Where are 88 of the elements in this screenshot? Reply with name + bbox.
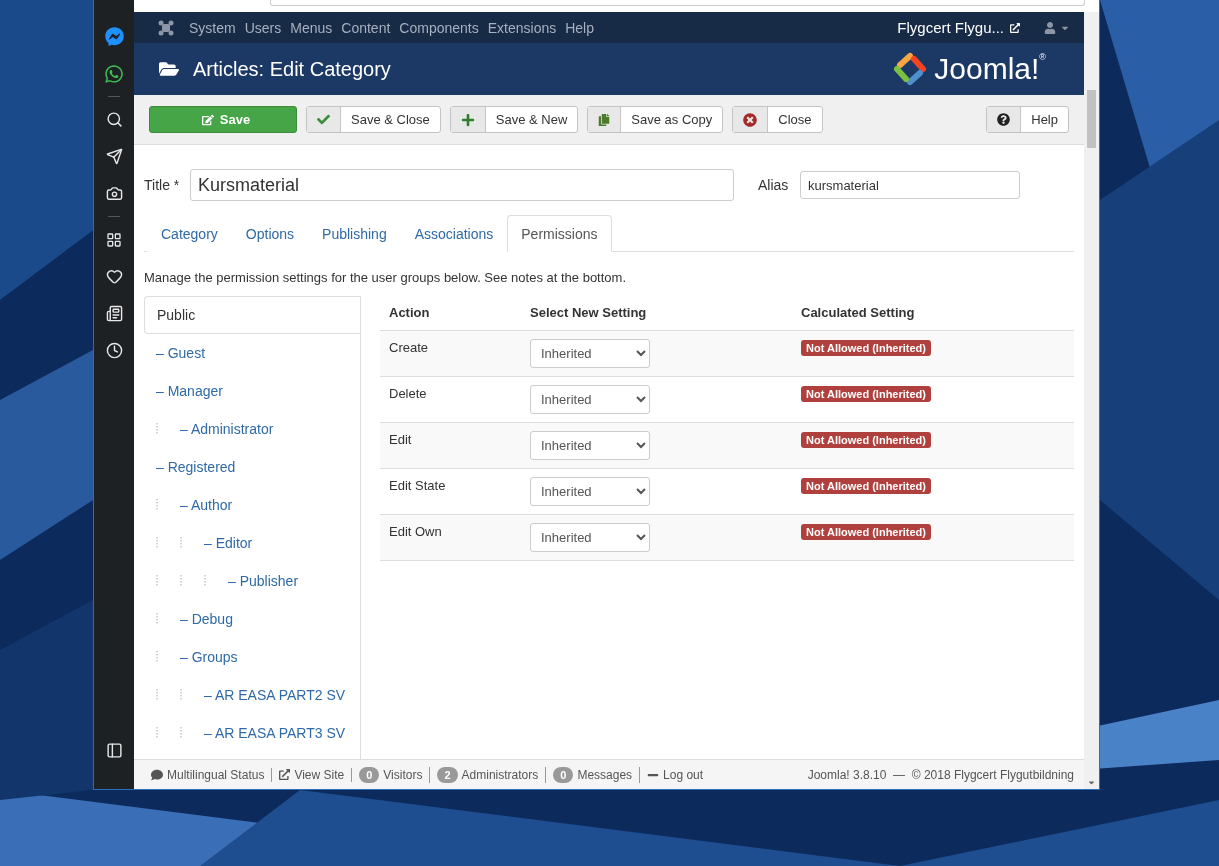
speech-bubble-icon — [151, 768, 163, 781]
setting-select[interactable]: Inherited — [530, 430, 650, 460]
column-header: Action — [380, 296, 521, 330]
send-icon[interactable] — [105, 148, 123, 165]
notice-text: Manage the permission settings for the user groups below. See notes at the bottom. — [144, 270, 627, 285]
group-item[interactable]: – Administrator — [144, 410, 360, 448]
menu-item[interactable]: Extensions — [487, 19, 557, 36]
column-header: Calculated Setting — [792, 296, 1074, 330]
setting-select[interactable]: Inherited — [530, 476, 650, 506]
status-badge: Not Allowed (Inherited) — [801, 339, 931, 356]
action-name: Create — [389, 339, 429, 355]
menu-item[interactable]: Content — [341, 19, 391, 36]
check-icon — [317, 113, 330, 126]
messenger-icon[interactable] — [104, 27, 124, 46]
external-link-icon — [279, 769, 291, 780]
toolbar-button[interactable]: Close — [732, 106, 823, 133]
footer-link[interactable]: View Site — [272, 767, 353, 782]
sidebar-toggle-icon[interactable] — [105, 742, 123, 759]
help-button[interactable]: Help — [986, 106, 1069, 133]
toolbar-button[interactable]: Save & New — [449, 106, 579, 133]
status-badge: Not Allowed (Inherited) — [801, 477, 931, 494]
footer-link[interactable]: Multilingual Status — [144, 767, 273, 782]
version-text: Joomla! 3.8.10 — © 2018 Flygcert Flygutbildning — [807, 767, 1074, 782]
count-badge: 0 — [359, 766, 380, 783]
group-item[interactable]: – Guest — [144, 334, 360, 372]
group-item[interactable]: – AR EASA PART2 SV — [144, 676, 360, 714]
group-item[interactable]: – Debug — [144, 600, 360, 638]
action-name: Edit State — [389, 477, 446, 493]
whatsapp-icon[interactable] — [104, 63, 124, 84]
action-name: Delete — [389, 385, 427, 401]
joomla-icon[interactable] — [158, 19, 174, 36]
footer-link[interactable]: 0 Messages — [546, 766, 641, 783]
count-badge: 0 — [553, 766, 574, 783]
group-item[interactable]: – Editor — [144, 524, 360, 562]
address-field[interactable] — [270, 0, 1085, 6]
edit-icon — [201, 113, 214, 126]
page-title: Articles: Edit Category — [193, 57, 391, 81]
group-item[interactable]: – Groups — [144, 638, 360, 676]
search-icon[interactable] — [105, 111, 123, 128]
tab[interactable]: Permissions — [507, 215, 612, 252]
heart-icon[interactable] — [105, 268, 123, 285]
site-link[interactable]: Flygcert Flygu... — [897, 19, 1004, 36]
status-badge: Not Allowed (Inherited) — [801, 431, 931, 448]
status-badge: Not Allowed (Inherited) — [801, 523, 931, 540]
alias-field[interactable]: kursmaterial — [800, 171, 1020, 199]
menu-item[interactable]: Help — [565, 19, 594, 36]
scroll-down-icon[interactable] — [1087, 778, 1096, 787]
toolbar-button[interactable]: Save & Close — [306, 106, 441, 133]
title-field[interactable]: Kursmaterial — [190, 169, 734, 201]
field-label: Title * — [144, 177, 181, 193]
external-link-icon — [1010, 22, 1020, 33]
footer-link[interactable]: 2 Administrators — [430, 766, 547, 783]
group-item[interactable]: – Author — [144, 486, 360, 524]
column-header: Select New Setting — [521, 296, 792, 330]
help-icon — [997, 113, 1011, 126]
footer-link[interactable]: 0 Visitors — [352, 766, 431, 783]
setting-select[interactable]: Inherited — [530, 338, 650, 368]
group-item[interactable]: – Registered — [144, 448, 360, 486]
action-name: Edit — [389, 431, 412, 447]
scrollbar[interactable] — [1084, 12, 1099, 789]
menu-item[interactable]: System — [189, 19, 236, 36]
toolbar-button[interactable]: Save as Copy — [587, 106, 724, 133]
close-icon — [743, 112, 758, 127]
folder-icon — [159, 59, 179, 79]
clock-icon[interactable] — [105, 342, 123, 359]
footer-link[interactable]: Log out — [640, 767, 711, 782]
setting-select[interactable]: Inherited — [530, 522, 650, 552]
group-item[interactable]: – Manager — [144, 372, 360, 410]
group-item[interactable]: – Publisher — [144, 562, 360, 600]
menu-item[interactable]: Menus — [290, 19, 333, 36]
field-label: Alias — [758, 177, 790, 193]
count-badge: 2 — [437, 766, 458, 783]
joomla-logo-icon — [892, 51, 929, 87]
menu-item[interactable]: Users — [244, 19, 282, 36]
copy-icon — [598, 113, 611, 126]
camera-icon[interactable] — [105, 185, 123, 202]
menu-item[interactable]: Components — [399, 19, 479, 36]
scroll-thumb[interactable] — [1087, 90, 1096, 148]
grid-icon[interactable] — [106, 231, 122, 248]
news-icon[interactable] — [105, 305, 123, 322]
status-badge: Not Allowed (Inherited) — [801, 385, 931, 402]
action-name: Edit Own — [389, 523, 442, 539]
setting-select[interactable]: Inherited — [530, 384, 650, 414]
plus-icon — [460, 112, 475, 127]
group-item[interactable]: Public — [144, 296, 360, 334]
joomla-logo: Joomla!$^{®}$ — [934, 52, 1046, 86]
user-icon[interactable] — [1044, 21, 1056, 34]
group-item[interactable]: – AR EASA PART3 SV — [144, 714, 360, 752]
